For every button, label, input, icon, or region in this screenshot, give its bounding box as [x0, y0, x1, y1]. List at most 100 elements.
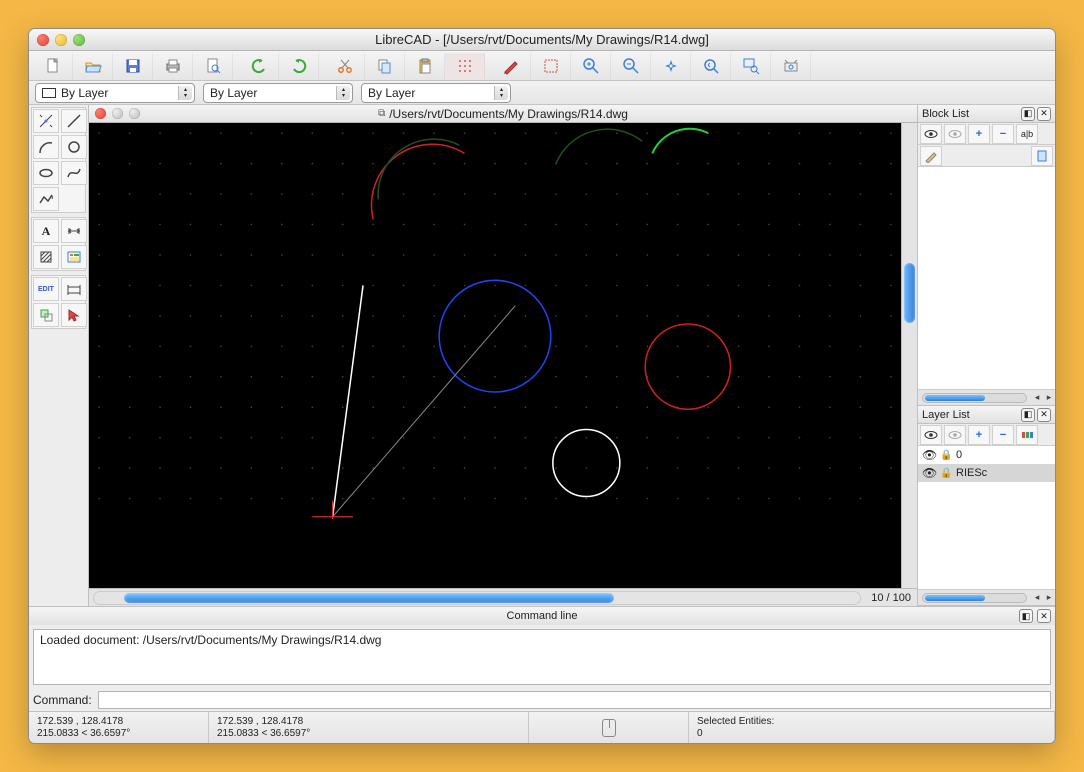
minimize-window-button[interactable] [55, 34, 67, 46]
grid-toggle-button[interactable] [445, 53, 485, 79]
cut-button[interactable] [325, 53, 365, 79]
image-tool[interactable] [61, 245, 87, 269]
arc-tool[interactable] [33, 135, 59, 159]
block-tool[interactable] [33, 303, 59, 327]
status-rel1: 215.0833 < 36.6597° [37, 728, 200, 740]
block-add-button[interactable]: + [968, 124, 990, 144]
layer-mini-scroll[interactable] [922, 593, 1027, 603]
polyline-tool[interactable] [33, 187, 59, 211]
zoom-out-button[interactable] [611, 53, 651, 79]
command-input-row: Command: [29, 689, 1055, 711]
ellipse-tool[interactable] [33, 161, 59, 185]
draft-mode-button[interactable] [491, 53, 531, 79]
block-scroll-left[interactable]: ◂ [1031, 392, 1043, 403]
doc-zoom-button[interactable] [129, 108, 140, 119]
command-line-title: Command line [507, 610, 578, 622]
block-scroll-right[interactable]: ▸ [1043, 392, 1055, 403]
right-sidebar: Block List ◧ ✕ + − a|b [917, 105, 1055, 606]
layer-list-body: 👁 🔒 0 👁 🔒 RIESc [918, 446, 1055, 589]
zoom-window-button[interactable] [73, 34, 85, 46]
line-width-value: By Layer [368, 86, 415, 100]
layer-scroll-right[interactable]: ▸ [1043, 592, 1055, 603]
eye-icon[interactable]: 👁 [922, 466, 936, 480]
line-type-combo[interactable]: By Layer [203, 83, 353, 103]
mouse-icon [602, 719, 616, 737]
close-window-button[interactable] [37, 34, 49, 46]
app-window: LibreCAD - [/Users/rvt/Documents/My Draw… [28, 28, 1056, 744]
layer-list-close-button[interactable]: ✕ [1037, 408, 1051, 422]
property-bar: By Layer By Layer By Layer [29, 81, 1055, 105]
lock-icon[interactable]: 🔒 [940, 468, 952, 479]
print-button[interactable] [153, 53, 193, 79]
text-tool[interactable]: A [33, 219, 59, 243]
block-hidden-icon[interactable] [944, 124, 966, 144]
doc-minimize-button[interactable] [112, 108, 123, 119]
block-list-undock-button[interactable]: ◧ [1021, 107, 1035, 121]
chevron-updown-icon [494, 86, 508, 100]
zoom-window-tool-button[interactable] [731, 53, 771, 79]
hatch-tool[interactable] [33, 245, 59, 269]
block-mini-scroll[interactable] [922, 393, 1027, 403]
block-list-foot: ◂ ▸ [918, 389, 1055, 405]
horizontal-scrollbar-row: 10 / 100 [89, 588, 917, 606]
layer-scroll-left[interactable]: ◂ [1031, 592, 1043, 603]
block-rename-button[interactable]: a|b [1016, 124, 1038, 144]
block-list-header: Block List ◧ ✕ [918, 105, 1055, 123]
doc-close-button[interactable] [95, 108, 106, 119]
block-list-close-button[interactable]: ✕ [1037, 107, 1051, 121]
zoom-auto-button[interactable] [651, 53, 691, 79]
undo-button[interactable] [239, 53, 279, 79]
save-file-button[interactable] [113, 53, 153, 79]
command-close-button[interactable]: ✕ [1037, 609, 1051, 623]
redraw-button[interactable] [531, 53, 571, 79]
layer-add-button[interactable]: + [968, 425, 990, 445]
print-preview-button[interactable] [193, 53, 233, 79]
modify-tool[interactable]: EDIT [33, 277, 59, 301]
block-remove-button[interactable]: − [992, 124, 1014, 144]
line-tool[interactable] [61, 109, 87, 133]
layer-row[interactable]: 👁 🔒 0 [918, 446, 1055, 464]
block-visible-icon[interactable] [920, 124, 942, 144]
spline-tool[interactable] [61, 161, 87, 185]
vertical-scrollbar[interactable] [901, 123, 917, 588]
drawing-canvas[interactable] [89, 123, 901, 588]
new-file-button[interactable] [33, 53, 73, 79]
layer-row[interactable]: 👁 🔒 RIESc [918, 464, 1055, 482]
zoom-pan-button[interactable] [771, 53, 811, 79]
layer-color-combo[interactable]: By Layer [35, 83, 195, 103]
titlebar: LibreCAD - [/Users/rvt/Documents/My Draw… [29, 29, 1055, 51]
circle-tool[interactable] [61, 135, 87, 159]
lock-icon[interactable]: 🔒 [940, 450, 952, 461]
block-list-title: Block List [922, 108, 969, 120]
point-tool[interactable] [33, 109, 59, 133]
status-sel-count: 0 [697, 728, 1046, 740]
zoom-previous-button[interactable] [691, 53, 731, 79]
document-title: /Users/rvt/Documents/My Drawings/R14.dwg [389, 107, 628, 121]
command-undock-button[interactable]: ◧ [1019, 609, 1033, 623]
vertical-scroll-thumb[interactable] [904, 263, 915, 323]
layer-color-value: By Layer [61, 86, 108, 100]
zoom-in-button[interactable] [571, 53, 611, 79]
layer-show-all-icon[interactable] [920, 425, 942, 445]
block-insert-button[interactable] [1031, 146, 1053, 166]
window-controls [37, 34, 85, 46]
layer-list-header: Layer List ◧ ✕ [918, 406, 1055, 424]
open-file-button[interactable] [73, 53, 113, 79]
horizontal-scroll-thumb[interactable] [124, 593, 614, 603]
redo-button[interactable] [279, 53, 319, 79]
layer-list-undock-button[interactable]: ◧ [1021, 408, 1035, 422]
horizontal-scrollbar[interactable] [93, 591, 861, 605]
command-history: Loaded document: /Users/rvt/Documents/My… [33, 629, 1051, 685]
paste-button[interactable] [405, 53, 445, 79]
layer-hide-all-icon[interactable] [944, 425, 966, 445]
block-edit-button[interactable] [920, 146, 942, 166]
command-input[interactable] [98, 691, 1051, 709]
layer-remove-button[interactable]: − [992, 425, 1014, 445]
info-tool[interactable] [61, 277, 87, 301]
line-width-combo[interactable]: By Layer [361, 83, 511, 103]
copy-button[interactable] [365, 53, 405, 79]
select-tool[interactable] [61, 303, 87, 327]
dimension-tool[interactable] [61, 219, 87, 243]
eye-icon[interactable]: 👁 [922, 448, 936, 462]
layer-edit-button[interactable] [1016, 425, 1038, 445]
